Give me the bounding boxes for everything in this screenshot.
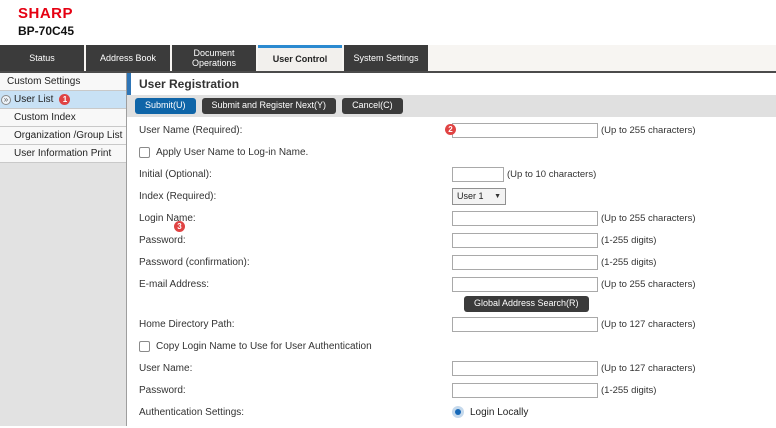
form-row-global-address-search: Global Address Search(R) [127, 295, 776, 313]
tab-system-settings[interactable]: System Settings [344, 45, 428, 71]
tab-document-operations[interactable]: Document Operations [172, 45, 256, 71]
page-header: SHARP BP-70C45 [0, 0, 776, 45]
auth-user-name-label: User Name: [127, 363, 452, 374]
form-row-auth-password: Password: (1-255 digits) [127, 379, 776, 401]
apply-user-name-checkbox[interactable] [139, 147, 150, 158]
home-directory-label: Home Directory Path: [127, 319, 452, 330]
user-name-input[interactable] [452, 123, 598, 138]
password-confirmation-hint: (1-255 digits) [601, 257, 656, 268]
form-row-home-directory: Home Directory Path: (Up to 127 characte… [127, 313, 776, 335]
submit-button[interactable]: Submit(U) [135, 98, 196, 114]
index-label: Index (Required): [127, 191, 452, 202]
password-label: Password: [127, 235, 452, 246]
initial-input[interactable] [452, 167, 504, 182]
auth-password-hint: (1-255 digits) [601, 385, 656, 396]
password-input[interactable] [452, 233, 598, 248]
form-row-login-name: Login Name: (Up to 255 characters) [127, 207, 776, 229]
auth-user-name-input[interactable] [452, 361, 598, 376]
form-row-password: Password: (1-255 digits) [127, 229, 776, 251]
index-select-value: User 1 [457, 191, 484, 201]
sidebar-item-organization-group-list[interactable]: Organization /Group List [0, 127, 126, 145]
form-row-apply-user-name: Apply User Name to Log-in Name. [127, 141, 776, 163]
sidebar-item-label: User List [14, 94, 53, 105]
sidebar-item-label: Custom Settings [7, 76, 80, 87]
step-badge-1: 1 [59, 94, 70, 105]
form-row-authentication-settings: Authentication Settings: Login Locally [127, 401, 776, 423]
form-row-email: E-mail Address: (Up to 255 characters) [127, 273, 776, 295]
initial-label: Initial (Optional): [127, 169, 452, 180]
password-hint: (1-255 digits) [601, 235, 656, 246]
sidebar-item-label: Custom Index [14, 112, 76, 123]
form-row-copy-login-name: Copy Login Name to Use for User Authenti… [127, 335, 776, 357]
email-label: E-mail Address: [127, 279, 452, 290]
tab-address-book[interactable]: Address Book [86, 45, 170, 71]
login-locally-radio[interactable] [452, 406, 464, 418]
auth-password-input[interactable] [452, 383, 598, 398]
content-area: Custom Settings » User List 1 Custom Ind… [0, 73, 776, 426]
circled-arrow-icon: » [1, 95, 11, 105]
step-badge-3: 3 [174, 221, 185, 232]
email-hint: (Up to 255 characters) [601, 279, 696, 290]
sidebar-item-user-information-print[interactable]: User Information Print [0, 145, 126, 163]
sidebar: Custom Settings » User List 1 Custom Ind… [0, 73, 127, 426]
page-title: User Registration [127, 73, 776, 95]
step-badge-2: 2 [445, 124, 456, 135]
form-row-initial: Initial (Optional): (Up to 10 characters… [127, 163, 776, 185]
authentication-settings-label: Authentication Settings: [127, 407, 452, 418]
form-row-user-name: User Name (Required): 2 (Up to 255 chara… [127, 119, 776, 141]
copy-login-name-label: Copy Login Name to Use for User Authenti… [156, 341, 372, 352]
copy-login-name-checkbox[interactable] [139, 341, 150, 352]
sidebar-item-label: Organization /Group List [14, 130, 122, 141]
auth-password-label: Password: [127, 385, 452, 396]
tab-user-control[interactable]: User Control [258, 45, 342, 71]
index-select[interactable]: User 1 ▼ [452, 188, 506, 205]
login-locally-label: Login Locally [470, 407, 528, 418]
main-panel: User Registration Submit(U) Submit and R… [127, 73, 776, 426]
password-confirmation-input[interactable] [452, 255, 598, 270]
form-row-password-confirmation: Password (confirmation): (1-255 digits) [127, 251, 776, 273]
action-toolbar: Submit(U) Submit and Register Next(Y) Ca… [127, 95, 776, 117]
sidebar-item-custom-index[interactable]: Custom Index [0, 109, 126, 127]
auth-user-name-hint: (Up to 127 characters) [601, 363, 696, 374]
top-tab-bar: Status Address Book Document Operations … [0, 45, 776, 73]
radio-selected-dot [455, 409, 461, 415]
sharp-logo: SHARP [18, 5, 776, 22]
cancel-button[interactable]: Cancel(C) [342, 98, 403, 114]
sidebar-item-user-list[interactable]: » User List 1 [0, 91, 126, 109]
password-confirmation-label: Password (confirmation): [127, 257, 452, 268]
user-registration-form: User Name (Required): 2 (Up to 255 chara… [127, 117, 776, 423]
sidebar-item-custom-settings[interactable]: Custom Settings [0, 73, 126, 91]
user-name-label: User Name (Required): [127, 125, 452, 136]
login-name-input[interactable] [452, 211, 598, 226]
form-row-index: Index (Required): User 1 ▼ [127, 185, 776, 207]
chevron-down-icon: ▼ [494, 193, 501, 200]
email-input[interactable] [452, 277, 598, 292]
submit-and-register-next-button[interactable]: Submit and Register Next(Y) [202, 98, 337, 114]
global-address-search-button[interactable]: Global Address Search(R) [464, 296, 589, 312]
initial-hint: (Up to 10 characters) [507, 169, 596, 180]
user-name-hint: (Up to 255 characters) [601, 125, 696, 136]
device-model: BP-70C45 [18, 24, 776, 38]
form-row-auth-user-name: User Name: (Up to 127 characters) [127, 357, 776, 379]
home-directory-input[interactable] [452, 317, 598, 332]
sharp-web-ui: SHARP BP-70C45 Status Address Book Docum… [0, 0, 776, 428]
sidebar-item-label: User Information Print [14, 148, 111, 159]
home-directory-hint: (Up to 127 characters) [601, 319, 696, 330]
login-name-hint: (Up to 255 characters) [601, 213, 696, 224]
tab-status[interactable]: Status [0, 45, 84, 71]
apply-user-name-label: Apply User Name to Log-in Name. [156, 147, 308, 158]
